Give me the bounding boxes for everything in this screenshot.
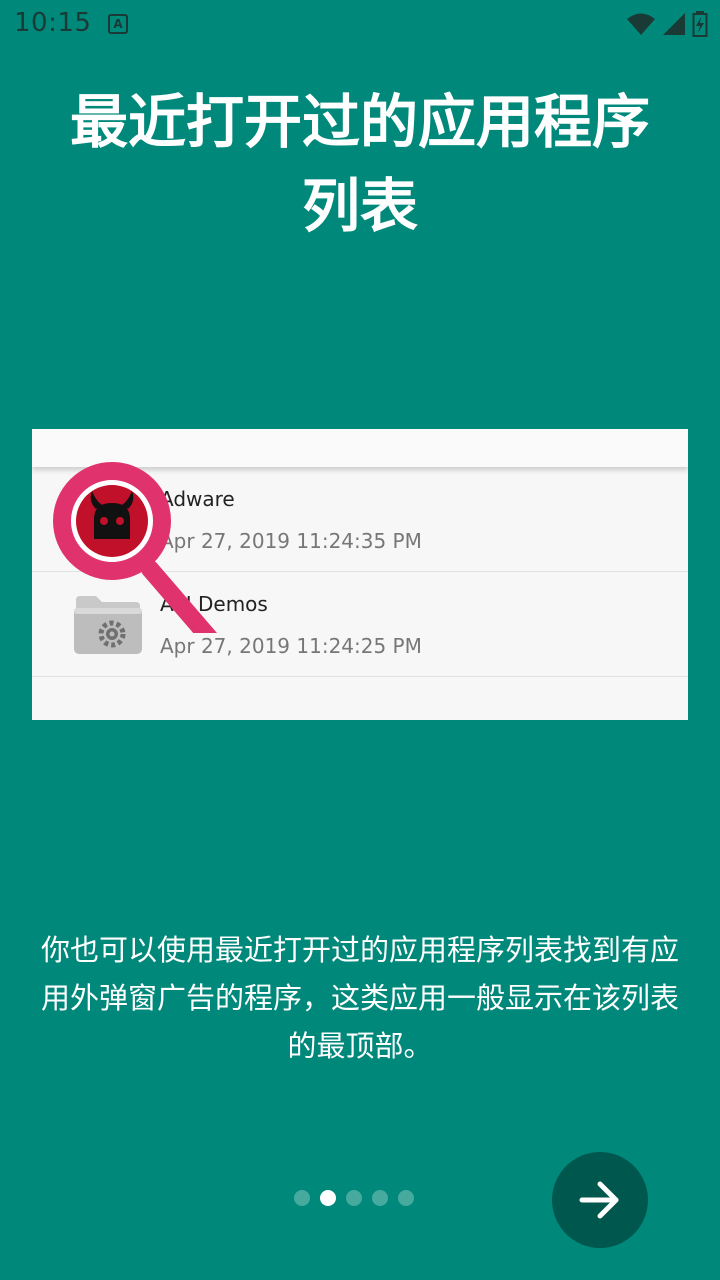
magnifier-icon: [53, 462, 217, 633]
battery-charging-icon: [692, 11, 708, 37]
arrow-right-icon: [579, 1181, 619, 1219]
status-icons: [626, 10, 708, 38]
page-title: 最近打开过的应用程序列表: [69, 88, 650, 240]
description-text: 你也可以使用最近打开过的应用程序列表找到有应用外弹窗广告的程序，这类应用一般显示…: [40, 933, 679, 1063]
adware-devil-icon: [76, 485, 148, 557]
page-dot: [294, 1190, 310, 1206]
notification-app-icon: A: [108, 14, 128, 34]
signal-icon: [663, 13, 685, 35]
status-bar: 10:15 A: [0, 0, 720, 50]
onboarding-screen: 10:15 A 最近打开过的应用程序列表 Adware Apr 27, 2019…: [0, 0, 720, 1280]
app-date: Apr 27, 2019 11:24:25 PM: [160, 634, 422, 658]
wifi-icon: [627, 13, 655, 35]
recent-apps-preview: Adware Apr 27, 2019 11:24:35 PM API Demo…: [32, 429, 688, 720]
page-indicator: [294, 1190, 414, 1206]
status-time: 10:15: [14, 8, 92, 38]
next-button[interactable]: [552, 1152, 648, 1248]
page-dot: [346, 1190, 362, 1206]
page-dot: [372, 1190, 388, 1206]
page-dot: [398, 1190, 414, 1206]
page-dot-active: [320, 1190, 336, 1206]
